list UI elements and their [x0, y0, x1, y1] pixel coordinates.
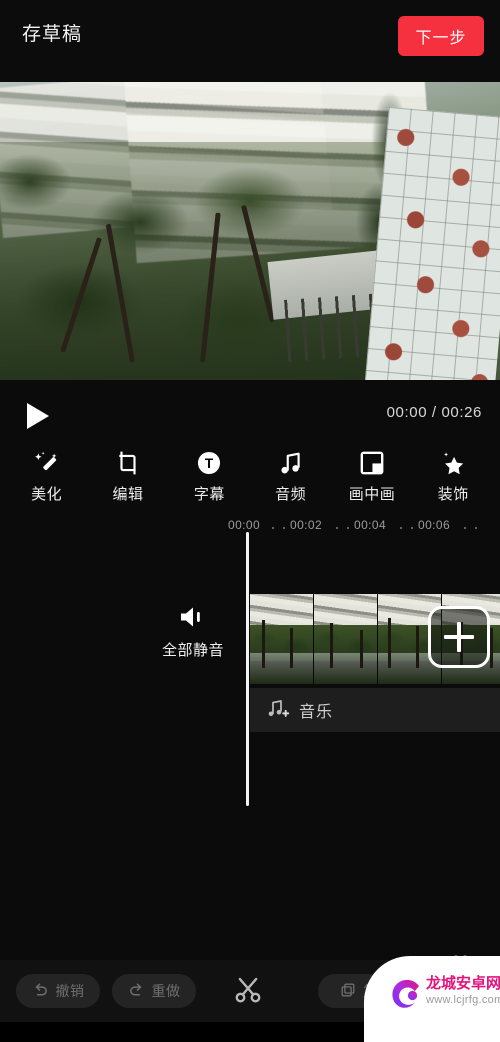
- tool-row: 美化 编辑 T 字幕 音频 画中画 装饰: [0, 450, 500, 516]
- thumb-trunk: [490, 627, 493, 668]
- tool-beautify[interactable]: 美化: [6, 450, 87, 504]
- thumb-trunk: [388, 617, 391, 668]
- video-clip-strip[interactable]: [250, 594, 500, 684]
- ruler-dot: [411, 527, 413, 529]
- playback-row: 00:00 / 00:26: [0, 380, 500, 450]
- text-circle-icon: T: [196, 450, 222, 476]
- thumb-trunk: [262, 619, 265, 668]
- tool-label: 音频: [275, 486, 307, 503]
- music-note-icon: [278, 450, 304, 476]
- ruler-tick: 00:00: [228, 518, 261, 532]
- ruler-dot: [464, 527, 466, 529]
- add-clip-button[interactable]: [428, 606, 490, 668]
- add-music-track[interactable]: 音乐: [250, 688, 500, 732]
- star-icon: [440, 450, 466, 476]
- watermark-url: www.lcjrfg.com: [426, 994, 500, 1006]
- thumb-trunk: [416, 625, 419, 668]
- thumb-trunk: [330, 622, 333, 668]
- tool-label: 画中画: [348, 486, 396, 503]
- timeline-area[interactable]: 00:00 00:02 00:04 00:06 全部静音 音乐: [0, 516, 500, 960]
- speaker-icon: [178, 604, 208, 633]
- music-note-plus-icon: [266, 698, 290, 723]
- thumb-ground: [250, 653, 313, 684]
- tool-audio[interactable]: 音频: [250, 450, 331, 504]
- undo-button[interactable]: 撤销: [16, 974, 100, 1008]
- tool-label: 字幕: [193, 486, 225, 503]
- tool-picture-in-picture[interactable]: 画中画: [331, 450, 412, 504]
- video-editor-app: 存草稿 下一步 00:00 / 00:26 美化 编辑 T 字幕 音频 画中画 …: [0, 0, 500, 1042]
- tool-label: 装饰: [437, 486, 469, 503]
- ruler-tick: 00:04: [354, 518, 387, 532]
- video-preview-area[interactable]: [0, 82, 500, 380]
- ruler-dot: [283, 527, 285, 529]
- play-icon: [27, 403, 49, 429]
- mute-all-label: 全部静音: [161, 642, 224, 659]
- plus-icon: [457, 622, 461, 652]
- next-step-button[interactable]: 下一步: [398, 16, 484, 56]
- cut-button[interactable]: [228, 972, 268, 1010]
- clip-thumbnail[interactable]: [314, 594, 378, 684]
- ruler-tick: 00:02: [290, 518, 323, 532]
- ruler-dot: [336, 527, 338, 529]
- bottom-action-bar: 撤销 重做 复制 龙城安卓网 www.lcjrfg.com: [0, 955, 500, 1042]
- scissors-icon: [233, 975, 263, 1008]
- timecode-display: 00:00 / 00:26: [386, 404, 482, 421]
- ruler-dot: [272, 527, 274, 529]
- clip-thumbnail[interactable]: [250, 594, 314, 684]
- undo-label: 撤销: [55, 983, 85, 999]
- copy-label: 复制: [363, 983, 392, 999]
- tool-label: 编辑: [112, 486, 144, 503]
- tool-subtitle[interactable]: T 字幕: [169, 450, 250, 504]
- save-draft-button[interactable]: 存草稿: [22, 22, 82, 48]
- ruler-dot: [400, 527, 402, 529]
- music-track-label: 音乐: [299, 704, 334, 721]
- tool-decoration[interactable]: 装饰: [413, 450, 494, 504]
- ruler-dot: [475, 527, 477, 529]
- copy-button[interactable]: 复制: [318, 974, 414, 1008]
- undo-arrow-icon: [32, 981, 49, 1001]
- ruler-dot: [347, 527, 349, 529]
- thumb-trunk: [360, 629, 363, 668]
- tool-edit[interactable]: 编辑: [87, 450, 168, 504]
- playhead[interactable]: [246, 532, 249, 806]
- crop-icon: [115, 450, 141, 476]
- thumb-trunk: [290, 627, 293, 668]
- thumb-ground: [314, 653, 377, 684]
- watermark-site-name: 龙城安卓网: [426, 975, 500, 992]
- timeline-ruler[interactable]: 00:00 00:02 00:04 00:06: [0, 516, 500, 538]
- app-header: 存草稿 下一步: [0, 0, 500, 82]
- duplicate-icon: [340, 982, 356, 1001]
- redo-label: 重做: [151, 983, 181, 999]
- mute-all-button[interactable]: 全部静音: [150, 604, 236, 660]
- redo-arrow-icon: [128, 981, 145, 1001]
- magic-wand-icon: [34, 450, 60, 476]
- redo-button[interactable]: 重做: [112, 974, 196, 1008]
- video-preview-frame: [0, 82, 500, 380]
- svg-text:T: T: [205, 456, 214, 471]
- tool-label: 美化: [31, 486, 63, 503]
- play-button[interactable]: [18, 396, 58, 436]
- ruler-tick: 00:06: [418, 518, 451, 532]
- picture-in-picture-icon: [359, 450, 385, 476]
